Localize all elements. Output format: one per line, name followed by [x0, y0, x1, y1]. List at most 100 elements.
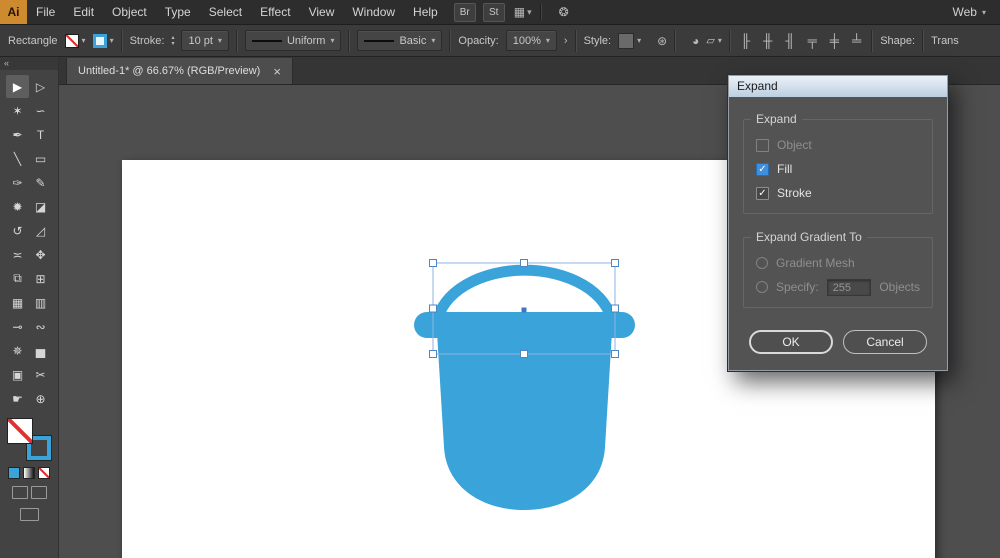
selection-handle[interactable]: [612, 260, 619, 267]
bucket-body[interactable]: [437, 332, 612, 510]
none-button[interactable]: [38, 467, 50, 479]
panel-chevron-icon[interactable]: ›: [564, 35, 568, 47]
tool-pencil[interactable]: ✎: [29, 171, 52, 194]
tool-shape-builder[interactable]: ⧉: [6, 267, 29, 290]
menu-view[interactable]: View: [300, 0, 344, 24]
tool-paintbrush[interactable]: ✑: [6, 171, 29, 194]
cancel-button[interactable]: Cancel: [843, 330, 927, 354]
menu-select[interactable]: Select: [200, 0, 251, 24]
tool-eraser[interactable]: ◪: [29, 195, 52, 218]
color-button[interactable]: [8, 467, 20, 479]
fill-color-control[interactable]: ▾: [65, 34, 86, 48]
tool-width[interactable]: ≍: [6, 243, 29, 266]
tool-rectangle[interactable]: ▭: [29, 147, 52, 170]
menu-window[interactable]: Window: [343, 0, 404, 24]
ok-button[interactable]: OK: [749, 330, 833, 354]
specify-label: Specify:: [776, 280, 819, 294]
context-label: Rectangle: [8, 35, 58, 47]
bridge-button[interactable]: Br: [454, 3, 476, 22]
gradient-button[interactable]: [23, 467, 35, 479]
selection-handle[interactable]: [521, 260, 528, 267]
fill-checkbox-label: Fill: [777, 162, 792, 176]
tool-hand[interactable]: ☛: [6, 387, 29, 410]
opacity-dropdown[interactable]: 100% ▾: [506, 30, 557, 51]
cs-live-icon[interactable]: ❂: [559, 5, 569, 19]
tool-perspective-grid[interactable]: ⊞: [29, 267, 52, 290]
tool-blend[interactable]: ∾: [29, 315, 52, 338]
menu-file[interactable]: File: [27, 0, 64, 24]
tool-mesh[interactable]: ▦: [6, 291, 29, 314]
separator: [871, 30, 873, 52]
tool-free-transform[interactable]: ✥: [29, 243, 52, 266]
stroke-color-control[interactable]: ▾: [93, 34, 114, 48]
recolor-artwork-icon[interactable]: ◕: [692, 34, 699, 48]
arrange-documents-icon[interactable]: ▦: [514, 5, 525, 19]
document-setup-globe-icon[interactable]: ⊛: [657, 34, 667, 48]
stock-button[interactable]: St: [483, 3, 505, 22]
tool-eyedropper[interactable]: ⊸: [6, 315, 29, 338]
tool-zoom[interactable]: ⊕: [29, 387, 52, 410]
tool-blob-brush[interactable]: ✹: [6, 195, 29, 218]
tool-symbol-sprayer[interactable]: ✵: [6, 339, 29, 362]
fill-swatch-none[interactable]: [7, 418, 33, 444]
tool-selection[interactable]: ▶: [6, 75, 29, 98]
tool-slice[interactable]: ✂: [29, 363, 52, 386]
align-middle-icon[interactable]: ╪: [827, 33, 842, 48]
fill-checkbox[interactable]: ✓: [756, 163, 769, 176]
align-bottom-icon[interactable]: ╧: [849, 33, 864, 48]
selection-handle[interactable]: [612, 351, 619, 358]
screen-mode-button[interactable]: [20, 508, 39, 521]
tool-lasso[interactable]: ∽: [29, 99, 52, 122]
stroke-checkbox-row[interactable]: ✓ Stroke: [756, 181, 920, 205]
transform-widget[interactable]: ▱ ▾: [706, 34, 721, 47]
draw-behind-button[interactable]: [31, 486, 47, 499]
selected-artwork[interactable]: [414, 270, 635, 510]
stroke-weight-dropdown[interactable]: 10 pt ▾: [181, 30, 228, 51]
app-logo[interactable]: Ai: [0, 0, 27, 24]
selection-handle[interactable]: [430, 260, 437, 267]
tool-magic-wand[interactable]: ✶: [6, 99, 29, 122]
tool-type[interactable]: T: [29, 123, 52, 146]
menu-object[interactable]: Object: [103, 0, 156, 24]
menu-edit[interactable]: Edit: [64, 0, 103, 24]
tool-direct-selection[interactable]: ▷: [29, 75, 52, 98]
arrange-documents-caret-icon[interactable]: ▾: [527, 7, 532, 18]
fill-checkbox-row[interactable]: ✓ Fill: [756, 157, 920, 181]
style-dropdown[interactable]: ▾: [618, 33, 641, 49]
selection-handle[interactable]: [430, 305, 437, 312]
align-top-icon[interactable]: ╤: [805, 33, 820, 48]
workspace-switcher[interactable]: Web ▾: [939, 5, 1000, 19]
stepper-down-icon[interactable]: ▾: [171, 41, 174, 47]
align-center-icon[interactable]: ╫: [760, 33, 775, 48]
tool-artboard[interactable]: ▣: [6, 363, 29, 386]
tool-line-segment[interactable]: ╲: [6, 147, 29, 170]
dialog-titlebar[interactable]: Expand: [729, 76, 947, 97]
tool-column-graph[interactable]: ▅: [29, 339, 52, 362]
document-tab[interactable]: Untitled-1* @ 66.67% (RGB/Preview) ×: [66, 58, 293, 84]
draw-normal-button[interactable]: [12, 486, 28, 499]
brush-definition-dropdown[interactable]: Basic ▾: [357, 30, 442, 51]
selection-center-point[interactable]: [522, 308, 527, 313]
separator: [540, 4, 542, 20]
selection-handle[interactable]: [521, 351, 528, 358]
menu-help[interactable]: Help: [404, 0, 447, 24]
selection-handle[interactable]: [430, 351, 437, 358]
menu-type[interactable]: Type: [156, 0, 200, 24]
stroke-profile-dropdown[interactable]: Uniform ▾: [245, 30, 342, 51]
gradient-mesh-radio: [756, 257, 768, 269]
stroke-weight-stepper[interactable]: ▴ ▾: [171, 35, 174, 47]
selection-handle[interactable]: [612, 305, 619, 312]
tool-rotate[interactable]: ↺: [6, 219, 29, 242]
close-icon[interactable]: ×: [273, 65, 281, 78]
chevron-down-icon: ▾: [982, 8, 986, 17]
align-right-icon[interactable]: ╢: [782, 33, 797, 48]
transform-panel-label[interactable]: Trans: [931, 35, 959, 47]
tool-gradient[interactable]: ▥: [29, 291, 52, 314]
collapse-panel-button[interactable]: «: [4, 58, 9, 68]
menu-effect[interactable]: Effect: [251, 0, 299, 24]
align-left-icon[interactable]: ╟: [738, 33, 753, 48]
tool-pen[interactable]: ✒: [6, 123, 29, 146]
stroke-checkbox[interactable]: ✓: [756, 187, 769, 200]
tool-scale[interactable]: ◿: [29, 219, 52, 242]
stroke-color-swatch: [93, 34, 107, 48]
